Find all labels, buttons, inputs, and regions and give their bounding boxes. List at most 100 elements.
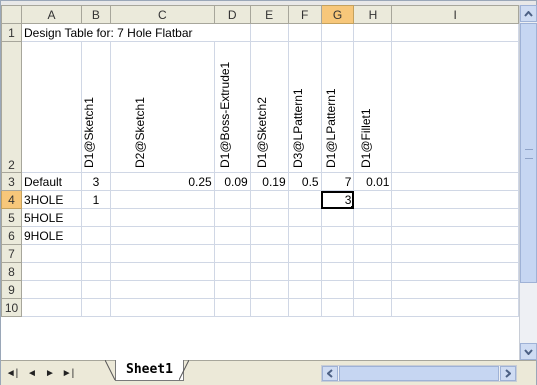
cell-c6[interactable] [109,226,215,245]
cell-h6[interactable] [353,226,393,245]
cell-g4-active[interactable]: 3 [320,190,355,209]
cell-i10[interactable] [391,298,519,317]
cell-d4[interactable] [213,190,251,209]
cell-a1-title[interactable]: Design Table for: 7 Hole Flatbar [20,23,251,42]
scroll-right-button[interactable] [500,366,516,381]
cell-b7[interactable] [80,244,111,263]
cell-g3[interactable]: 7 [320,172,355,191]
cell-a2[interactable] [20,41,82,173]
cell-h2[interactable]: D1@Fillet1 [353,41,393,173]
cell-g2[interactable]: D1@LPattern1 [320,41,355,173]
cell-g8[interactable] [320,262,355,281]
cell-f4[interactable] [287,190,322,209]
cell-c5[interactable] [109,208,215,227]
scroll-left-button[interactable] [322,366,338,381]
cell-g1[interactable] [320,23,355,42]
cell-h9[interactable] [353,280,393,299]
cell-g9[interactable] [320,280,355,299]
cell-i2[interactable] [391,41,519,173]
next-sheet-button[interactable]: ► [43,366,57,380]
cell-b8[interactable] [80,262,111,281]
cell-h4[interactable] [353,190,393,209]
sheet-tab-sheet1[interactable]: Sheet1 [115,360,184,381]
column-header-f[interactable]: F [287,5,322,24]
cell-i3[interactable] [391,172,519,191]
row-header-9[interactable]: 9 [1,280,22,299]
vertical-scrollbar[interactable] [519,5,537,360]
cell-f5[interactable] [287,208,322,227]
cell-b5[interactable] [80,208,111,227]
row-header-6[interactable]: 6 [1,226,22,245]
cell-b9[interactable] [80,280,111,299]
cell-h8[interactable] [353,262,393,281]
cell-d10[interactable] [213,298,251,317]
cell-e7[interactable] [249,244,289,263]
cell-d5[interactable] [213,208,251,227]
cell-i1[interactable] [391,23,519,42]
cell-b10[interactable] [80,298,111,317]
cell-i7[interactable] [391,244,519,263]
row-header-8[interactable]: 8 [1,262,22,281]
cell-f8[interactable] [287,262,322,281]
column-header-b[interactable]: B [80,5,111,24]
cell-e5[interactable] [249,208,289,227]
cell-i4[interactable] [391,190,519,209]
cell-d6[interactable] [213,226,251,245]
cell-f3[interactable]: 0.5 [287,172,322,191]
cell-d2[interactable]: D1@Boss-Extrude1 [213,41,251,173]
vertical-scroll-thumb[interactable] [520,23,537,283]
column-header-d[interactable]: D [213,5,251,24]
cell-a9[interactable] [20,280,82,299]
cell-f6[interactable] [287,226,322,245]
cell-b2[interactable]: D1@Sketch1 [80,41,111,173]
cell-e9[interactable] [249,280,289,299]
scroll-down-button[interactable] [520,343,537,360]
horizontal-scroll-thumb[interactable] [339,366,499,381]
row-header-2[interactable]: 2 [1,41,22,173]
cell-c8[interactable] [109,262,215,281]
cell-c9[interactable] [109,280,215,299]
select-all-corner[interactable] [1,5,22,24]
row-header-4[interactable]: 4 [1,190,22,209]
column-header-h[interactable]: H [353,5,393,24]
cell-i5[interactable] [391,208,519,227]
cell-i9[interactable] [391,280,519,299]
cell-h7[interactable] [353,244,393,263]
cell-a6[interactable]: 9HOLE [20,226,82,245]
cell-e2[interactable]: D1@Sketch2 [249,41,289,173]
cell-g5[interactable] [320,208,355,227]
horizontal-scrollbar[interactable] [321,365,517,382]
row-header-5[interactable]: 5 [1,208,22,227]
cell-b3[interactable]: 3 [80,172,111,191]
cell-f7[interactable] [287,244,322,263]
first-sheet-button[interactable]: ◄| [5,366,19,380]
cell-e10[interactable] [249,298,289,317]
cell-c4[interactable] [109,190,215,209]
cell-f9[interactable] [287,280,322,299]
cell-h10[interactable] [353,298,393,317]
cell-f1[interactable] [287,23,322,42]
column-header-i[interactable]: I [391,5,519,24]
cell-f10[interactable] [287,298,322,317]
cell-a3[interactable]: Default [20,172,82,191]
cell-h5[interactable] [353,208,393,227]
cell-b4[interactable]: 1 [80,190,111,209]
cell-c10[interactable] [109,298,215,317]
cell-c2[interactable]: D2@Sketch1 [109,41,215,173]
cell-h3[interactable]: 0.01 [353,172,393,191]
cell-f2[interactable]: D3@LPattern1 [287,41,322,173]
cell-e6[interactable] [249,226,289,245]
cell-d8[interactable] [213,262,251,281]
cell-e8[interactable] [249,262,289,281]
cell-a8[interactable] [20,262,82,281]
cell-h1[interactable] [353,23,393,42]
row-header-3[interactable]: 3 [1,172,22,191]
cell-c3[interactable]: 0.25 [109,172,215,191]
cell-a7[interactable] [20,244,82,263]
cell-i6[interactable] [391,226,519,245]
cell-a10[interactable] [20,298,82,317]
cell-e1[interactable] [249,23,289,42]
row-header-7[interactable]: 7 [1,244,22,263]
cell-c7[interactable] [109,244,215,263]
cell-a4[interactable]: 3HOLE [20,190,82,209]
